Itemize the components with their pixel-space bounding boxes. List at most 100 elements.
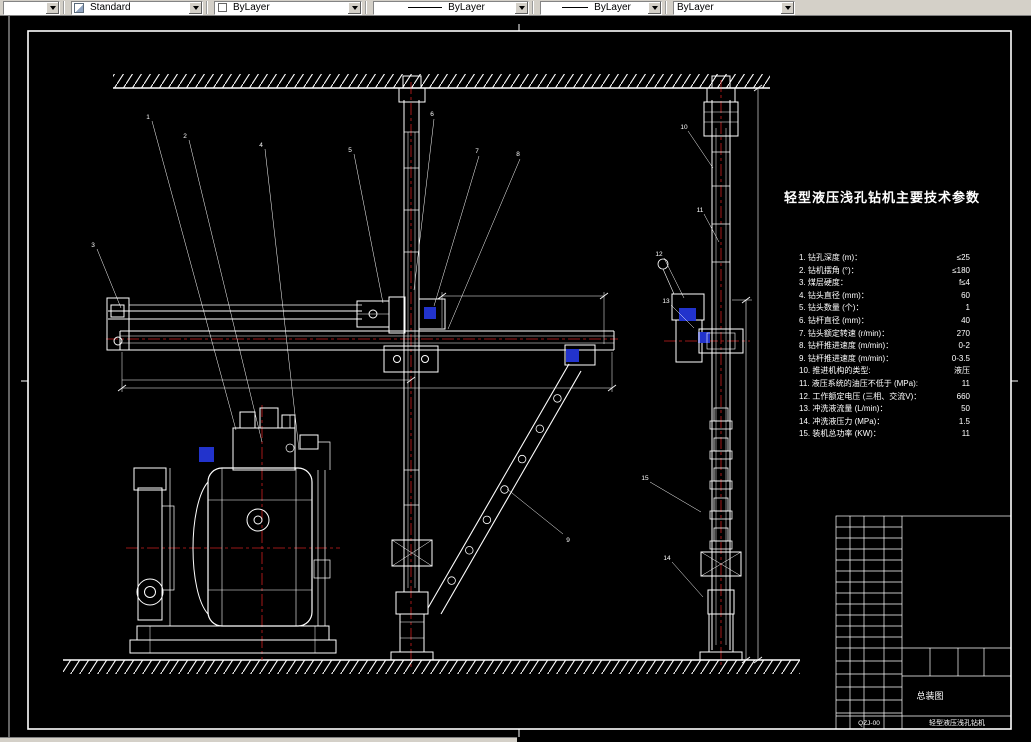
layer-combo-arrow[interactable] — [46, 1, 59, 14]
callout-label: 7 — [475, 148, 479, 155]
params-list: 1. 钻孔深度 (m)： ≤25 2. 钻机摆角 (°)： ≤180 3. 煤层硬度… — [784, 252, 970, 441]
callout-label: 12 — [655, 251, 663, 258]
cad-window: Standard ByLayer ByLayer ByLayer ByLayer… — [0, 0, 1031, 742]
drawing-canvas[interactable]: 1 2 3 4 5 6 7 8 9 10 11 12 13 14 15 总装图 … — [0, 16, 1031, 742]
layer-combo[interactable] — [3, 0, 60, 15]
param-value: 40 — [961, 315, 970, 325]
param-label: 2. 钻机摆角 (°)： — [799, 265, 859, 275]
param-row: 9. 钻杆推进速度 (m/min)： 0-3.5 — [799, 353, 970, 366]
linetype-combo[interactable]: ByLayer — [373, 0, 529, 15]
param-label: 1. 钻孔深度 (m)： — [799, 253, 863, 262]
title-block-text: 总装图 QZJ-00 轻型液压浅孔钻机 — [858, 690, 985, 727]
param-row: 4. 钻头直径 (mm)： 60 — [799, 290, 970, 303]
param-value: ≤180 — [952, 265, 970, 275]
front-view-arm — [106, 297, 615, 366]
param-label: 10. 推进机构的类型: — [799, 366, 871, 376]
param-label: 7. 钻头额定转速 (r/min)： — [799, 328, 890, 338]
color-combo[interactable]: ByLayer — [214, 0, 362, 15]
callout-label: 6 — [430, 111, 434, 118]
title-block-drawing-no: QZJ-00 — [858, 720, 880, 727]
text-style-value: Standard — [90, 2, 131, 13]
horizontal-scrollbar[interactable] — [0, 737, 517, 742]
plotstyle-combo-value: ByLayer — [677, 2, 714, 13]
callout-label: 3 — [91, 242, 95, 249]
param-row: 2. 钻机摆角 (°)： ≤180 — [799, 265, 970, 278]
param-row: 8. 钻杆推进速度 (m/min)： 0-2 — [799, 340, 970, 353]
lineweight-combo-arrow[interactable] — [648, 1, 661, 14]
plotstyle-combo-arrow[interactable] — [781, 1, 794, 14]
linetype-combo-arrow[interactable] — [515, 1, 528, 14]
param-value: 660 — [956, 391, 970, 401]
param-label: 14. 冲洗液压力 (MPa)： — [799, 416, 885, 426]
param-value: 270 — [956, 328, 970, 338]
callout-label: 8 — [516, 151, 520, 158]
param-value: 11 — [961, 378, 970, 388]
param-value: 1.5 — [958, 416, 970, 426]
diagonal-brace — [427, 363, 582, 615]
param-label: 8. 钻杆推进速度 (m/min)： — [799, 341, 894, 351]
lineweight-line-icon — [562, 7, 589, 8]
param-row: 1. 钻孔深度 (m)： ≤25 — [799, 252, 970, 265]
param-row: 12. 工作额定电压 (三相、交流V)： 660 — [799, 391, 970, 404]
toolbar-separator — [665, 1, 667, 14]
front-view-dimensions — [117, 292, 617, 392]
color-swatch-icon — [218, 3, 227, 12]
text-style-combo-arrow[interactable] — [189, 1, 202, 14]
callout-numbers: 1 2 3 4 5 6 7 8 9 10 11 12 13 14 15 — [91, 111, 704, 562]
color-combo-arrow[interactable] — [348, 1, 361, 14]
text-style-combo[interactable]: Standard — [71, 0, 203, 15]
param-label: 13. 冲洗液流量 (L/min)： — [799, 404, 888, 414]
plotstyle-combo[interactable]: ByLayer — [673, 0, 795, 15]
floor-hatch — [63, 659, 800, 674]
param-label: 11. 液压系统的油压不低于 (MPa): — [799, 378, 918, 388]
param-label: 3. 煤层硬度： — [799, 278, 848, 288]
linetype-combo-value: ByLayer — [448, 2, 485, 13]
callout-label: 13 — [662, 298, 670, 305]
side-view — [657, 75, 744, 661]
param-row: 13. 冲洗液流量 (L/min)： 50 — [799, 403, 970, 416]
motor-pump-unit — [129, 407, 337, 654]
lineweight-combo-value: ByLayer — [594, 2, 631, 13]
param-label: 12. 工作额定电压 (三相、交流V)： — [799, 391, 922, 401]
front-view-column — [356, 75, 446, 661]
callout-label: 5 — [348, 147, 352, 154]
callout-label: 11 — [697, 207, 704, 214]
callout-label: 10 — [680, 124, 688, 131]
callout-label: 9 — [566, 537, 570, 544]
param-value: 液压 — [954, 366, 970, 376]
ceiling-hatch — [113, 74, 770, 89]
param-value: 50 — [961, 404, 970, 414]
callout-label: 1 — [146, 114, 150, 121]
title-block-drawing-type: 总装图 — [916, 690, 943, 701]
param-row: 15. 装机总功率 (KW)： 11 — [799, 428, 970, 441]
param-label: 9. 钻杆推进速度 (m/min)： — [799, 353, 894, 363]
callout-label: 15 — [641, 475, 649, 482]
callout-label: 2 — [183, 133, 187, 140]
color-combo-value: ByLayer — [233, 2, 270, 13]
param-label: 15. 装机总功率 (KW)： — [799, 429, 881, 439]
param-row: 7. 钻头额定转速 (r/min)： 270 — [799, 328, 970, 341]
param-value: 1 — [965, 303, 970, 313]
param-row: 10. 推进机构的类型: 液压 — [799, 365, 970, 378]
param-row: 3. 煤层硬度： f≤4 — [799, 277, 970, 290]
param-value: f≤4 — [958, 278, 970, 288]
callout-label: 14 — [663, 555, 671, 562]
param-value: 0-2 — [958, 341, 970, 351]
param-row: 6. 钻杆直径 (mm)： 40 — [799, 315, 970, 328]
object-properties-toolbar: Standard ByLayer ByLayer ByLayer ByLayer — [0, 0, 1031, 16]
param-value: 60 — [961, 290, 970, 300]
tech-params-block: 轻型液压浅孔钻机主要技术参数 1. 钻孔深度 (m)： ≤25 2. 钻机摆角 (… — [784, 187, 979, 441]
param-label: 5. 钻头数量 (个)： — [799, 303, 864, 313]
param-row: 5. 钻头数量 (个)： 1 — [799, 302, 970, 315]
param-value: 0-3.5 — [951, 353, 970, 363]
param-value: 11 — [961, 429, 970, 439]
toolbar-separator — [365, 1, 367, 14]
linetype-line-icon — [408, 7, 443, 8]
lineweight-combo[interactable]: ByLayer — [540, 0, 662, 15]
toolbar-separator — [63, 1, 65, 14]
param-value: ≤25 — [956, 253, 970, 262]
param-row: 14. 冲洗液压力 (MPa)： 1.5 — [799, 416, 970, 429]
callout-label: 4 — [259, 142, 263, 149]
toolbar-separator — [532, 1, 534, 14]
param-label: 6. 钻杆直径 (mm)： — [799, 315, 869, 325]
